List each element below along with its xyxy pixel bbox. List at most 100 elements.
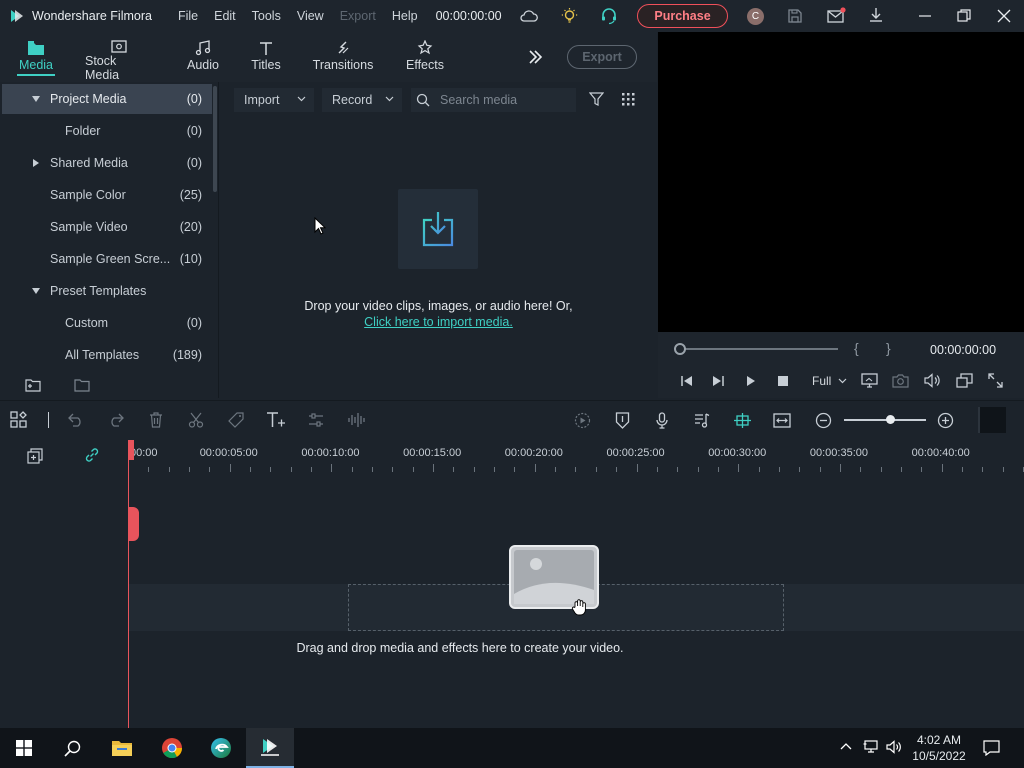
taskbar-clock[interactable]: 4:02 AM 10/5/2022 xyxy=(906,732,972,764)
panel-layout-icon[interactable] xyxy=(978,407,1006,433)
display-monitor-icon[interactable] xyxy=(861,373,878,388)
download-icon[interactable] xyxy=(868,7,884,25)
quality-dropdown[interactable]: Full xyxy=(812,373,852,389)
playhead-top-handle[interactable] xyxy=(128,440,134,460)
marker-shield-icon[interactable] xyxy=(612,410,632,430)
grid-view-icon[interactable] xyxy=(622,93,635,106)
file-explorer-icon[interactable] xyxy=(98,728,146,768)
fullscreen-icon[interactable] xyxy=(988,373,1003,388)
sidebar-item-shared-media[interactable]: Shared Media (0) xyxy=(2,148,212,178)
notifications-icon[interactable] xyxy=(983,740,1000,756)
chevron-down-icon[interactable] xyxy=(32,96,40,102)
tab-titles[interactable]: Titles xyxy=(250,32,282,82)
restore-icon[interactable] xyxy=(957,9,971,23)
snapshot-camera-icon[interactable] xyxy=(892,373,909,388)
volume-icon[interactable] xyxy=(924,373,941,388)
preview-canvas[interactable] xyxy=(658,32,1024,332)
zoom-in-icon[interactable] xyxy=(935,410,955,430)
export-button[interactable]: Export xyxy=(567,45,637,69)
filmora-taskbar-icon[interactable] xyxy=(246,728,294,768)
sidebar-item-sample-video[interactable]: Sample Video (20) xyxy=(2,212,212,242)
record-dropdown[interactable]: Record xyxy=(322,88,402,112)
filter-icon[interactable] xyxy=(589,92,604,107)
chrome-icon[interactable] xyxy=(148,728,196,768)
mark-out-brace[interactable]: } xyxy=(886,340,891,356)
save-icon[interactable] xyxy=(787,8,803,24)
preview-progress-knob[interactable] xyxy=(674,343,686,355)
play-icon[interactable] xyxy=(746,375,756,387)
step-back-icon[interactable] xyxy=(680,375,693,387)
timeline-ruler[interactable]: 00:00 00:00:05:00 00:00:10:00 00:00:15:00 00… xyxy=(128,438,1024,472)
tab-media[interactable]: Media xyxy=(17,32,55,82)
new-folder-icon[interactable] xyxy=(25,378,42,392)
tab-effects[interactable]: Effects xyxy=(405,32,445,82)
audio-mixer-icon[interactable] xyxy=(692,410,712,430)
menu-help[interactable]: Help xyxy=(392,9,418,23)
menu-export[interactable]: Export xyxy=(340,9,376,23)
crop-layout-icon[interactable] xyxy=(956,373,973,388)
import-media-tile[interactable] xyxy=(398,189,478,269)
lightbulb-icon[interactable] xyxy=(561,7,578,25)
sidebar-item-sample-green-screen[interactable]: Sample Green Scre... (10) xyxy=(2,244,212,274)
add-text-icon[interactable] xyxy=(266,410,286,430)
sidebar-item-project-media[interactable]: Project Media (0) xyxy=(2,84,212,114)
chevron-down-icon[interactable] xyxy=(32,288,40,294)
close-icon[interactable] xyxy=(997,9,1011,23)
minimize-icon[interactable] xyxy=(918,8,932,24)
cloud-icon[interactable] xyxy=(520,8,538,24)
taskbar-search-icon[interactable] xyxy=(48,728,96,768)
zoom-slider-track[interactable] xyxy=(844,419,926,421)
audio-waveform-icon[interactable] xyxy=(346,410,366,430)
step-forward-icon[interactable] xyxy=(712,375,725,387)
sidebar-item-custom[interactable]: Custom (0) xyxy=(2,308,212,338)
tag-icon[interactable] xyxy=(226,410,246,430)
windows-start-icon[interactable] xyxy=(0,728,48,768)
menu-view[interactable]: View xyxy=(297,9,324,23)
menu-edit[interactable]: Edit xyxy=(214,9,236,23)
playhead[interactable] xyxy=(128,442,129,728)
add-track-icon[interactable] xyxy=(27,448,43,464)
sidebar-item-all-templates[interactable]: All Templates (189) xyxy=(2,340,212,370)
zoom-out-icon[interactable] xyxy=(813,410,833,430)
tab-stock-media[interactable]: Stock Media xyxy=(85,32,153,82)
chevron-right-icon[interactable] xyxy=(33,159,39,167)
import-media-link[interactable]: Click here to import media. xyxy=(364,315,513,329)
redo-icon[interactable] xyxy=(106,410,126,430)
layout-grid-icon[interactable] xyxy=(9,410,29,430)
edge-browser-icon[interactable] xyxy=(197,728,245,768)
import-download-icon xyxy=(420,210,456,248)
playhead-scissors-handle[interactable] xyxy=(128,507,139,541)
mark-in-brace[interactable]: { xyxy=(854,340,859,356)
menu-tools[interactable]: Tools xyxy=(252,9,281,23)
folder-icon[interactable] xyxy=(74,378,91,392)
zoom-slider-knob[interactable] xyxy=(886,415,895,424)
sidebar-item-folder[interactable]: Folder (0) xyxy=(2,116,212,146)
network-icon[interactable] xyxy=(863,740,879,754)
microphone-icon[interactable] xyxy=(652,410,672,430)
mail-notification-icon[interactable] xyxy=(827,7,846,24)
sidebar-item-sample-color[interactable]: Sample Color (25) xyxy=(2,180,212,210)
import-dropdown[interactable]: Import xyxy=(234,88,314,112)
tab-audio[interactable]: Audio xyxy=(186,32,220,82)
double-chevron-right-icon[interactable] xyxy=(527,49,543,65)
sidebar-scrollbar[interactable] xyxy=(213,86,217,192)
sidebar-item-preset-templates[interactable]: Preset Templates xyxy=(2,276,212,306)
menu-file[interactable]: File xyxy=(178,9,198,23)
purchase-button[interactable]: Purchase xyxy=(637,4,728,28)
tab-transitions[interactable]: Transitions xyxy=(313,32,373,82)
search-input[interactable]: Search media xyxy=(411,88,576,112)
headset-support-icon[interactable] xyxy=(600,7,618,25)
fit-timeline-icon[interactable] xyxy=(772,410,792,430)
stop-icon[interactable] xyxy=(778,376,788,386)
tray-chevron-up-icon[interactable] xyxy=(840,742,852,750)
undo-icon[interactable] xyxy=(66,410,86,430)
delete-icon[interactable] xyxy=(146,410,166,430)
cut-scissors-icon[interactable] xyxy=(186,410,206,430)
avatar[interactable]: C xyxy=(747,8,764,25)
speaker-icon[interactable] xyxy=(886,740,902,754)
adjust-sliders-icon[interactable] xyxy=(306,410,326,430)
link-icon[interactable] xyxy=(84,447,100,463)
snap-magnet-icon[interactable] xyxy=(732,410,752,430)
render-preview-icon[interactable] xyxy=(572,410,592,430)
preview-progress-track[interactable] xyxy=(680,348,838,350)
